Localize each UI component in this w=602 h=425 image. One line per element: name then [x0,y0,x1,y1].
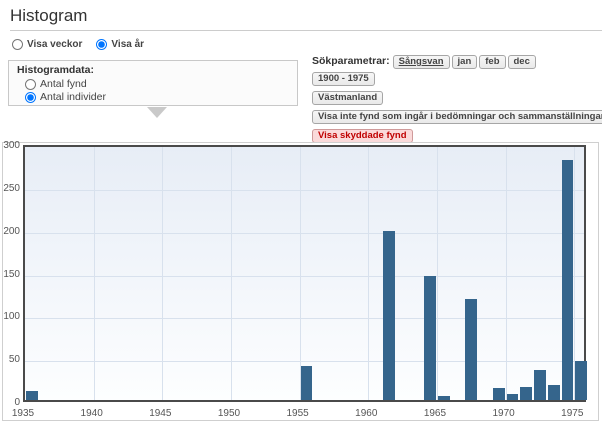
x-tick-label: 1950 [212,408,246,419]
search-tag-row: Sökparametrar:Sångsvanjanfebdec 1900 - 19… [312,53,600,87]
bar-1955[interactable] [301,366,313,400]
bar-1969[interactable] [493,388,505,400]
y-tick-label: 300 [3,140,20,151]
x-tick-label: 1955 [281,408,315,419]
x-tick-label: 1970 [487,408,521,419]
radio-input[interactable] [12,39,23,50]
search-tag-1900-1975[interactable]: 1900 - 1975 [312,72,375,86]
search-tag-s-ngsvan[interactable]: Sångsvan [393,55,450,69]
x-tick-label: 1935 [6,408,40,419]
plot-area [23,145,586,402]
gridline-horizontal [25,233,584,234]
gridline-horizontal [25,190,584,191]
view-toggle-group: Visa veckor Visa år [12,39,144,50]
radio-input[interactable] [25,92,36,103]
search-tag-v-stmanland[interactable]: Västmanland [312,91,383,105]
bar-1967[interactable] [465,299,477,400]
radio-label: Visa veckor [27,39,82,50]
y-tick-label: 250 [3,183,20,194]
histogramdata-panel: Histogramdata: Antal fyndAntal individer [8,60,298,106]
search-tag-row: Västmanland [312,89,600,106]
bar-1961[interactable] [383,231,395,400]
gridline-horizontal [25,361,584,362]
search-tag-visa-skyddade-fynd[interactable]: Visa skyddade fynd [312,129,413,143]
gridline-horizontal [25,276,584,277]
bar-1964[interactable] [424,276,436,400]
title-divider [10,30,602,31]
search-tag-jan[interactable]: jan [452,55,478,69]
bar-1971[interactable] [520,387,532,400]
radio-label: Antal fynd [40,78,87,90]
y-tick-label: 150 [3,269,20,280]
radio-antal-individer[interactable]: Antal individer [25,91,289,103]
bar-1973[interactable] [548,385,560,400]
bar-1974[interactable] [562,160,574,400]
x-tick-label: 1975 [555,408,589,419]
bar-1970[interactable] [507,394,519,400]
radio-label: Visa år [111,39,144,50]
radio-input[interactable] [25,79,36,90]
search-tag-row: Visa inte fynd som ingår i bedömningar o… [312,108,600,125]
x-tick-label: 1940 [75,408,109,419]
x-tick-label: 1945 [143,408,177,419]
bar-1972[interactable] [534,370,546,400]
bar-1935[interactable] [26,391,38,400]
radio-label: Antal individer [40,91,106,103]
page-title: Histogram [10,6,87,26]
y-tick-label: 0 [3,397,20,408]
x-tick-label: 1965 [418,408,452,419]
search-params-label: Sökparametrar: [312,55,390,67]
histogram-chart: 1935 1940 1945 1950 1955 1960 1965 1970 1975 0 50 1… [2,142,599,421]
radio-input[interactable] [96,39,107,50]
histogramdata-title: Histogramdata: [17,64,289,76]
search-tag-visa-inte-fynd-som-ing-r-i-bed[interactable]: Visa inte fynd som ingår i bedömningar o… [312,110,602,124]
y-tick-label: 100 [3,311,20,322]
search-tag-rows: Sökparametrar:Sångsvanjanfebdec 1900 - 19… [312,53,600,144]
radio-visa-r[interactable]: Visa år [96,39,144,50]
histogramdata-options: Antal fyndAntal individer [17,78,289,103]
callout-arrow-icon [147,107,167,118]
radio-visa-veckor[interactable]: Visa veckor [12,39,82,50]
y-tick-label: 200 [3,226,20,237]
histogram-page: Histogram Visa veckor Visa år Histogramda… [0,0,602,425]
search-tag-feb[interactable]: feb [479,55,505,69]
x-tick-label: 1960 [349,408,383,419]
radio-antal-fynd[interactable]: Antal fynd [25,78,289,90]
gridline-horizontal [25,318,584,319]
search-tag-dec[interactable]: dec [508,55,536,69]
bar-1965[interactable] [438,396,450,400]
bar-1975[interactable] [575,361,587,400]
y-tick-label: 50 [3,354,20,365]
